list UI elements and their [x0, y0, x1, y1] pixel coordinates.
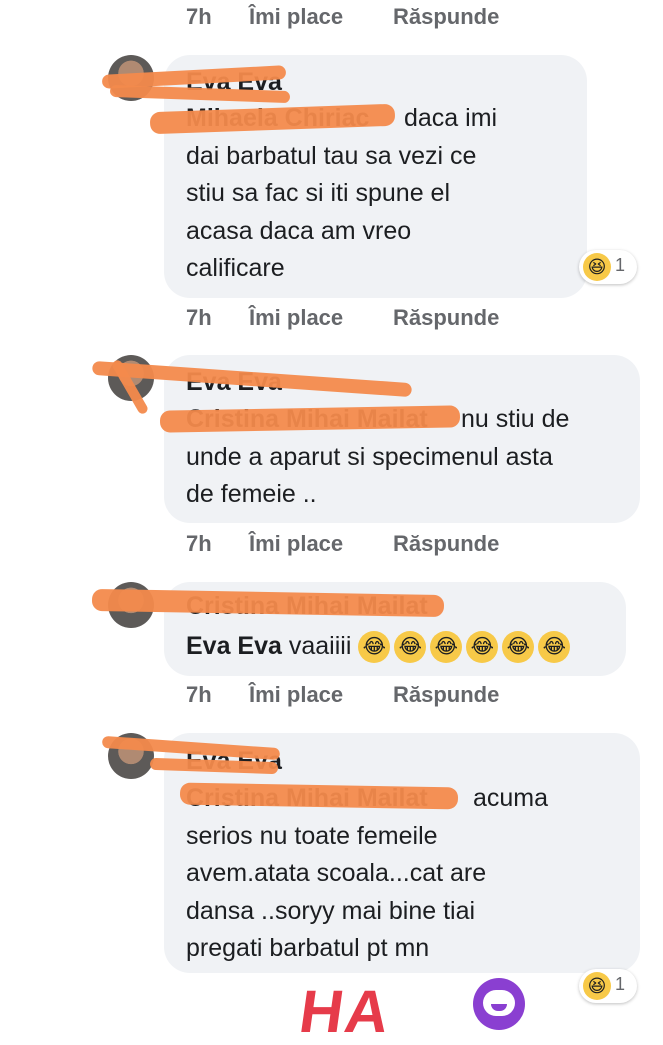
- comment-actions: 7h Îmi place Răspunde: [186, 303, 586, 333]
- comment-body: Eva Eva vaaiiii 😂 😂 😂 😂 😂 😂: [186, 626, 574, 666]
- comment-actions: 7h Îmi place Răspunde: [186, 529, 586, 559]
- reply-button[interactable]: Răspunde: [393, 303, 499, 333]
- comment-text: vaaiiii: [288, 632, 352, 660]
- mention[interactable]: Eva Eva: [186, 632, 282, 660]
- tears-of-joy-icon: 😂: [394, 631, 427, 664]
- comment-actions-top: 7h Îmi place Răspunde: [186, 2, 586, 32]
- squint-laugh-icon: 😆: [583, 972, 611, 1000]
- timestamp: 7h: [186, 4, 212, 29]
- ha-sticker[interactable]: HA: [295, 978, 395, 1045]
- reaction-count[interactable]: 😆 1: [579, 250, 637, 284]
- reply-button[interactable]: Răspunde: [393, 529, 499, 559]
- like-button[interactable]: Îmi place: [249, 303, 343, 333]
- timestamp: 7h: [186, 531, 212, 556]
- timestamp: 7h: [186, 305, 212, 330]
- tears-of-joy-icon: 😂: [538, 631, 571, 664]
- sticker-face-icon[interactable]: [473, 978, 525, 1030]
- timestamp: 7h: [186, 682, 212, 707]
- tears-of-joy-icon: 😂: [430, 631, 463, 664]
- like-button[interactable]: Îmi place: [249, 529, 343, 559]
- tears-of-joy-icon: 😂: [358, 631, 391, 664]
- comment-actions: 7h Îmi place Răspunde: [186, 680, 586, 710]
- like-button[interactable]: Îmi place: [249, 680, 343, 710]
- reply-button[interactable]: Răspunde: [393, 2, 499, 32]
- reply-button[interactable]: Răspunde: [393, 680, 499, 710]
- squint-laugh-icon: 😆: [583, 253, 611, 281]
- reaction-count[interactable]: 😆 1: [579, 969, 637, 1003]
- like-button[interactable]: Îmi place: [249, 2, 343, 32]
- tears-of-joy-icon: 😂: [466, 631, 499, 664]
- tears-of-joy-icon: 😂: [502, 631, 535, 664]
